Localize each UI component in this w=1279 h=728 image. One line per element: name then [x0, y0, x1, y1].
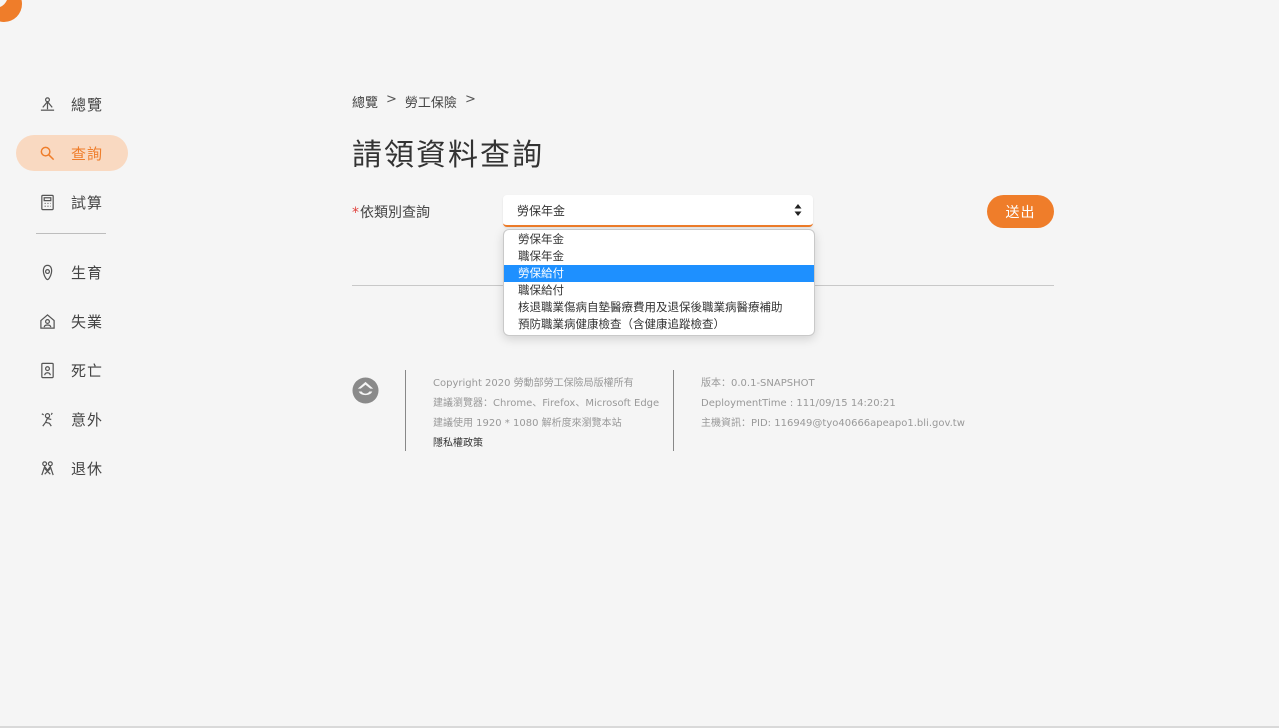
sidebar-divider	[36, 233, 106, 234]
sidebar-item-death[interactable]: 死亡	[16, 352, 128, 388]
select-arrows-icon	[794, 204, 802, 219]
footer-resolution: 建議使用 1920 * 1080 解析度來瀏覽本站	[433, 418, 622, 429]
corner-decoration	[0, 0, 22, 22]
sidebar-item-label: 查詢	[71, 144, 104, 163]
breadcrumb: 總覽 > 勞工保險 >	[352, 92, 476, 111]
dropdown-option[interactable]: 職保給付	[504, 282, 814, 299]
sidebar-item-label: 試算	[71, 193, 104, 212]
sidebar-item-unemployment[interactable]: 失業	[16, 303, 128, 339]
category-label-text: 依類別查詢	[360, 205, 430, 221]
category-select[interactable]: 勞保年金	[503, 195, 813, 227]
sidebar-item-overview[interactable]: 總覽	[16, 86, 128, 122]
category-select-value: 勞保年金	[517, 203, 566, 218]
dropdown-option[interactable]: 核退職業傷病自墊醫療費用及退保後職業病醫療補助	[504, 299, 814, 316]
sidebar-item-label: 意外	[71, 410, 104, 429]
bli-logo-icon	[352, 377, 379, 404]
unemployment-icon	[38, 312, 56, 330]
sidebar-item-search[interactable]: 查詢	[16, 135, 128, 171]
retirement-icon	[38, 459, 56, 477]
page-title: 請領資料查詢	[352, 138, 544, 173]
sidebar-item-label: 死亡	[71, 361, 104, 380]
breadcrumb-separator: >	[386, 92, 397, 107]
sidebar-item-birth[interactable]: 生育	[16, 254, 128, 290]
footer-deployment-time: DeploymentTime : 111/09/15 14:20:21	[701, 398, 896, 409]
sidebar-item-label: 退休	[71, 459, 104, 478]
birth-icon	[38, 263, 56, 281]
sidebar-nav: 總覽 查詢 試算 生育 失業 死亡 意外 退休	[16, 86, 128, 499]
footer-separator	[673, 370, 674, 451]
privacy-policy-link[interactable]: 隱私權政策	[433, 434, 659, 454]
sidebar-item-retirement[interactable]: 退休	[16, 450, 128, 486]
sidebar-item-calculate[interactable]: 試算	[16, 184, 128, 220]
dropdown-option[interactable]: 預防職業病健康檢查（含健康追蹤檢查）	[504, 316, 814, 333]
death-icon	[38, 361, 56, 379]
sidebar-item-label: 生育	[71, 263, 104, 282]
footer-browsers: 建議瀏覽器：Chrome、Firefox、Microsoft Edge	[433, 398, 660, 409]
required-mark: *	[352, 205, 359, 221]
category-dropdown-list: 勞保年金 職保年金 勞保給付 職保給付 核退職業傷病自墊醫療費用及退保後職業病醫…	[503, 229, 815, 336]
calculator-icon	[38, 193, 56, 211]
footer-info-right: 版本：0.0.1-SNAPSHOT DeploymentTime : 111/0…	[701, 374, 965, 434]
sidebar-item-accident[interactable]: 意外	[16, 401, 128, 437]
search-icon	[38, 144, 56, 162]
category-field-label: *依類別查詢	[352, 202, 430, 222]
breadcrumb-item-overview[interactable]: 總覽	[352, 92, 378, 111]
sidebar-item-label: 失業	[71, 312, 104, 331]
submit-button[interactable]: 送出	[987, 195, 1054, 228]
footer-host-info: 主機資訊：PID: 116949@tyo40666apeapo1.bli.gov…	[701, 418, 965, 429]
breadcrumb-item-labor-insurance[interactable]: 勞工保險	[405, 92, 457, 111]
dropdown-option[interactable]: 勞保年金	[504, 231, 814, 248]
accident-icon	[38, 410, 56, 428]
overview-icon	[38, 95, 56, 113]
dropdown-option-highlighted[interactable]: 勞保給付	[504, 265, 814, 282]
breadcrumb-separator: >	[464, 92, 476, 107]
footer-info-left: Copyright 2020 勞動部勞工保險局版權所有 建議瀏覽器：Chrome…	[433, 374, 659, 454]
sidebar-item-label: 總覽	[71, 95, 104, 114]
footer-version: 版本：0.0.1-SNAPSHOT	[701, 378, 815, 389]
footer-copyright: Copyright 2020 勞動部勞工保險局版權所有	[433, 378, 634, 389]
footer-separator	[405, 370, 406, 451]
dropdown-option[interactable]: 職保年金	[504, 248, 814, 265]
